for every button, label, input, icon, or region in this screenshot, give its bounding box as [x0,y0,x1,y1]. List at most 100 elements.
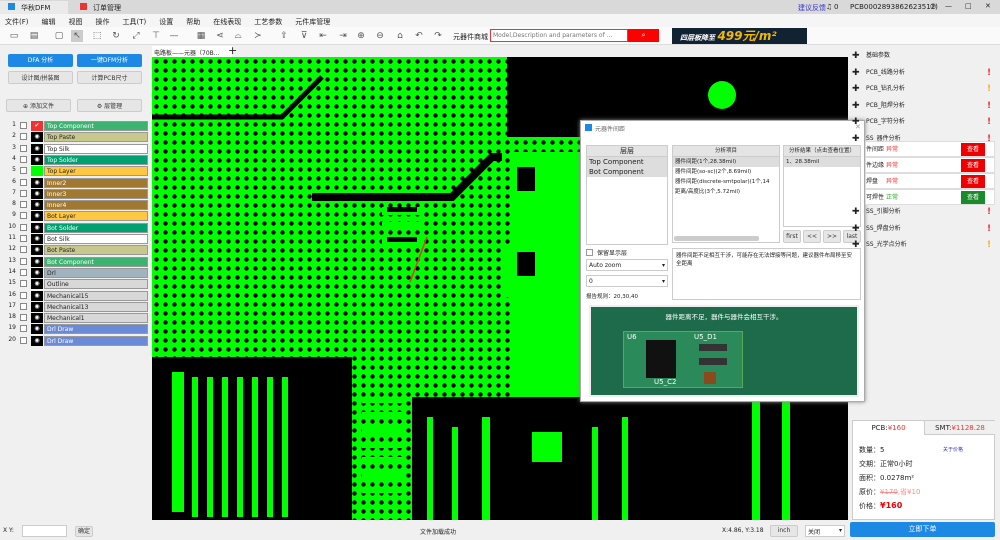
layout-icon[interactable]: ▢ [53,30,65,42]
layer-row[interactable]: 14◉Drl [4,268,144,278]
layer-row[interactable]: 20◉Drl Draw [4,336,144,346]
layer-row[interactable]: 15◉Outline [4,279,144,289]
xy-input[interactable] [22,525,67,537]
layer-row[interactable]: 18◉Mechanical1 [4,313,144,323]
minimize-button[interactable]: — [945,2,952,10]
funnel-icon[interactable]: ⊽ [298,30,310,42]
layer-checkbox[interactable] [20,292,27,299]
analysis-category[interactable]: ✚SS_光学点分析! [852,239,992,251]
view-button[interactable]: 查看 [961,175,985,188]
select-icon[interactable]: ↖ [71,30,83,42]
expand-icon[interactable]: ✚ [852,116,860,128]
import-icon[interactable]: ⇪ [278,30,290,42]
line-icon[interactable]: — [168,30,180,42]
maximize-button[interactable]: □ [965,2,972,10]
eye-icon[interactable]: ◉ [31,324,43,334]
open-icon[interactable]: ▭ [8,30,20,42]
layer-checkbox[interactable] [20,156,27,163]
expand-icon[interactable]: ✚ [852,67,860,79]
layer-row[interactable]: 8◉Inner4 [4,200,144,210]
menu-help[interactable]: 帮助 [186,17,200,24]
analysis-category[interactable]: ✚SS_焊盘分析! [852,223,992,235]
promo-banner[interactable]: 四层板降至 499元/m² [672,28,807,44]
component-search-input[interactable] [490,29,628,42]
analysis-category[interactable]: ✚PCB_钻孔分析! [852,83,992,95]
arrow-left-icon[interactable]: ⇤ [317,30,329,42]
arrow-right-icon[interactable]: ⇥ [337,30,349,42]
menu-process-params[interactable]: 工艺参数 [254,17,282,24]
layer-row[interactable]: 3◉Top Silk [4,144,144,154]
about-price-link[interactable]: 关于价格 [943,446,963,453]
zoom-out-icon[interactable]: ⊖ [374,30,386,42]
zoom-select[interactable]: Auto zoom▾ [586,259,668,271]
eye-icon[interactable]: ◉ [31,234,43,244]
calc-pcb-size-button[interactable]: 计算PCB尺寸 [77,71,142,84]
expand-icon[interactable]: ✚ [852,133,860,145]
eye-icon[interactable]: ◉ [31,144,43,154]
eye-icon[interactable]: ◉ [31,257,43,267]
eye-icon[interactable]: ◉ [31,189,43,199]
layer-row[interactable]: 17◉Mechanical13 [4,302,144,312]
layer-row[interactable]: 2◉Top Paste [4,132,144,142]
eye-icon[interactable]: ◉ [31,291,43,301]
eye-icon[interactable]: ◉ [31,336,43,346]
order-now-button[interactable]: 立即下单 [850,522,995,537]
menu-settings[interactable]: 设置 [159,17,173,24]
prev-button[interactable]: << [803,230,821,243]
horizontal-scrollbar[interactable] [674,236,759,241]
color-swatch[interactable] [31,166,43,176]
layer-row[interactable]: 11◉Bot Silk [4,234,144,244]
eye-icon[interactable]: ◉ [31,200,43,210]
layer-row[interactable]: 5Top Layer [4,166,144,176]
close-select[interactable]: 关闭▾ [805,525,845,537]
layer-checkbox[interactable] [20,303,27,310]
expand-icon[interactable]: ✚ [852,83,860,95]
route-icon[interactable]: ⤢ [130,30,142,42]
redo-icon[interactable]: ↷ [432,30,444,42]
expand-icon[interactable]: ✚ [852,239,860,251]
analysis-item[interactable]: 器件间距(1个,28.38mil) [673,157,779,167]
eye-icon[interactable]: ◉ [31,223,43,233]
layer-checkbox[interactable] [20,179,27,186]
layer-option[interactable]: Top Component [587,157,667,167]
eye-icon[interactable]: ◉ [31,245,43,255]
layer-checkbox[interactable] [20,133,27,140]
layer-row[interactable]: 10◉Bot Solder [4,223,144,233]
keep-layer-checkbox[interactable] [586,249,593,256]
feedback-link[interactable]: 建议反馈 [798,3,826,13]
dfm-analysis-button[interactable]: 一键DFM分析 [77,54,142,67]
analysis-category[interactable]: ✚基础参数 [852,50,992,62]
layer-checkbox[interactable] [20,269,27,276]
layer-checkbox[interactable] [20,224,27,231]
menu-tools[interactable]: 工具(T) [123,17,147,24]
search-button[interactable]: ⌕ [628,29,659,42]
expand-icon[interactable]: ✚ [852,206,860,218]
menu-edit[interactable]: 编辑 [42,17,56,24]
grid-icon[interactable]: ▦ [195,30,207,42]
unit-button[interactable]: inch [770,525,798,537]
eye-icon[interactable]: ◉ [31,211,43,221]
layer-checkbox[interactable] [20,122,27,129]
confirm-button[interactable]: 确定 [75,526,93,537]
home-icon[interactable]: ⌂ [394,30,406,42]
menu-operate[interactable]: 操作 [96,17,110,24]
expand-icon[interactable]: ✚ [852,223,860,235]
layer-row[interactable]: 4◉Top Solder [4,155,144,165]
tab-order-management[interactable]: 订单管理 [72,1,140,14]
first-button[interactable]: first [783,230,801,243]
view-button[interactable]: 查看 [961,159,985,172]
layer-row[interactable]: 6◉Inner2 [4,178,144,188]
pcb-price-tab[interactable]: PCB:¥160 [853,421,925,435]
analysis-category[interactable]: ✚PCB_线路分析! [852,67,992,79]
box-select-icon[interactable]: ⬚ [91,30,103,42]
analysis-item[interactable]: 器件间距(so-sc)(2个,8.69mil) [673,167,779,177]
layer-checkbox[interactable] [20,201,27,208]
add-file-button[interactable]: ⊕ 添加文件 [6,99,71,112]
layer-checkbox[interactable] [20,258,27,265]
user-icon[interactable]: ◎ [930,2,936,10]
connect-icon[interactable]: ≻ [252,30,264,42]
dfa-analysis-button[interactable]: DFA 分析 [8,54,73,67]
eye-icon[interactable]: ◉ [31,302,43,312]
print-icon[interactable]: ▤ [28,30,40,42]
layer-row[interactable]: 1✔Top Component [4,121,144,131]
